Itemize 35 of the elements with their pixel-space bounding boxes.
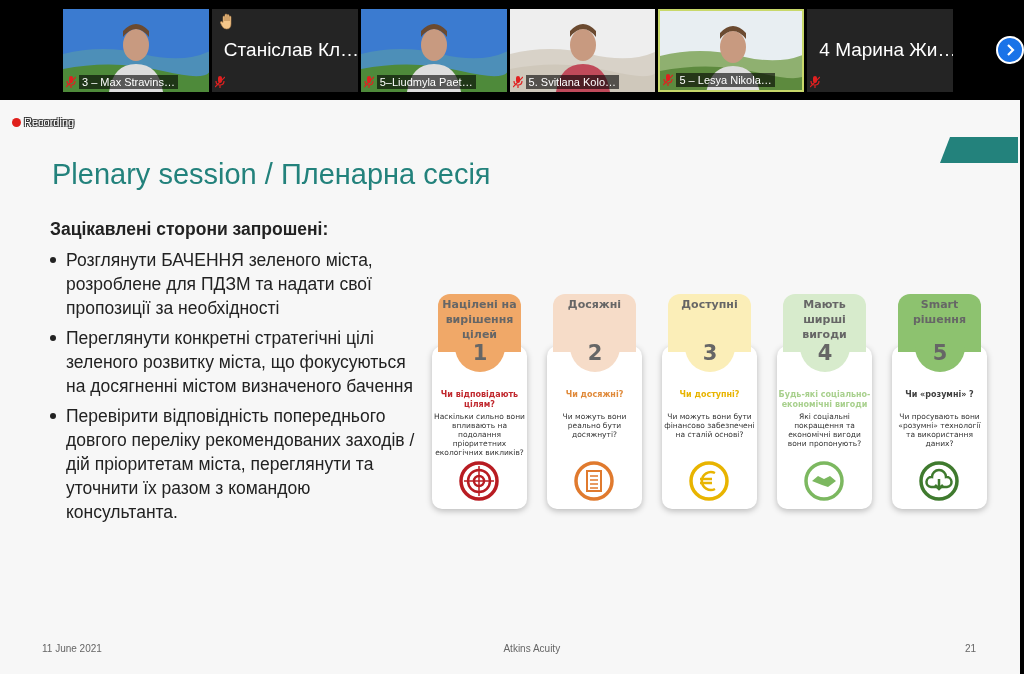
card-number: 2 (586, 341, 604, 365)
participant-tile[interactable]: 5–Liudmyla Paet… (360, 8, 507, 92)
bullet-text: Перевірити відповідність попереднього довгого переліку рекомендованих заходів / дій пріоритетам міста, переглянути та уточнити їх разом з командою консультанта. (66, 405, 416, 524)
card-question: Чи доступні? (678, 390, 741, 400)
participant-tile[interactable]: 5 – Lesya Nikola… (658, 8, 805, 92)
participant-name: 5. Svitlana Kolo… (525, 74, 619, 89)
card-question: Будь-які соціально-економічні вигоди (777, 390, 872, 410)
participant-name: 5 – Lesya Nikola… (676, 72, 775, 87)
slide-title: Plenary session / Пленарна сесія (52, 158, 491, 191)
slide-date: 11 June 2021 (42, 643, 103, 654)
card-title: Досяжні (566, 297, 623, 312)
bullet-text: Переглянути конкретні стратегічні цілі зеленого розвитку міста, що фокусуються на досягненні містом визначеного бачення (66, 327, 414, 398)
company-name: Atkins Acuity (503, 643, 562, 654)
slide-number: 21 (964, 643, 976, 654)
card-title: Мають ширші вигоди (801, 297, 848, 342)
card-question: Чи досяжні? (564, 390, 625, 400)
card-question: Чи відповідають цілям? (439, 390, 520, 410)
card-title: Націлені на вирішення цілей (441, 297, 518, 342)
card-number: 3 (701, 341, 719, 365)
recording-label: Recording (24, 116, 75, 128)
card-number: 1 (471, 341, 489, 365)
participant-tile[interactable]: 3 – Max Stravins… (63, 8, 209, 92)
card-question: Чи «розумні» ? (904, 390, 975, 400)
card-number: 5 (931, 341, 949, 365)
participant-name: 4 Марина Жи… (819, 38, 954, 61)
card-title: Smart рішення (911, 297, 968, 327)
participant-tile[interactable]: Станіслав Кл… (211, 8, 358, 92)
participant-name: Станіслав Кл… (223, 38, 358, 61)
participant-name: 3 – Max Stravins… (79, 74, 178, 89)
participant-tile[interactable]: 4 Марина Жи… (807, 8, 954, 92)
bullet-text: Розглянути БАЧЕННЯ зеленого міста, розроблене для ПДЗМ та надати свої пропозиції за необхідності (66, 249, 374, 320)
slide-heading: Зацікавлені сторони запрошені: (50, 219, 330, 240)
card-number: 4 (816, 341, 834, 365)
participant-name: 5–Liudmyla Paet… (376, 74, 476, 89)
card-title: Доступні (680, 297, 739, 312)
